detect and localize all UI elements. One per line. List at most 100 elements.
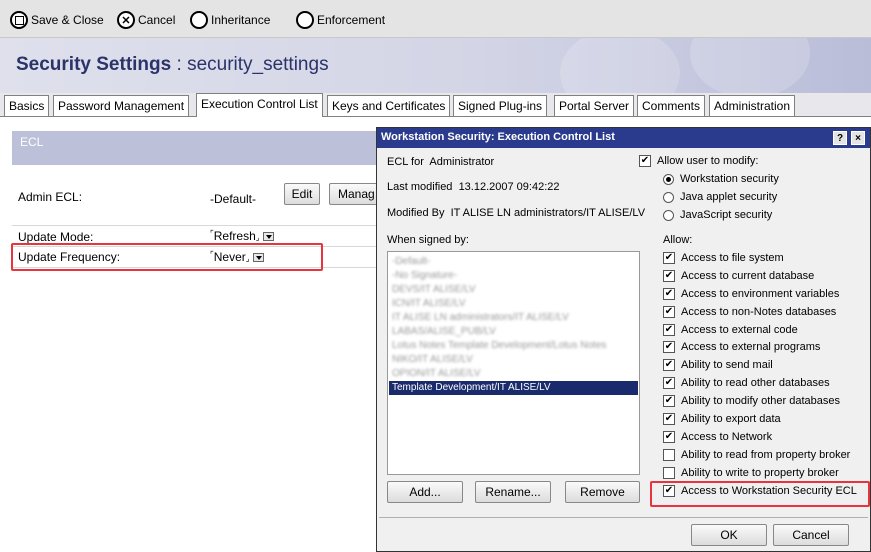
permission-checkbox[interactable]: ✔ xyxy=(663,324,675,336)
tab-execution-control-list[interactable]: Execution Control List xyxy=(196,93,323,117)
permission-row[interactable]: ✔ Access to environment variables xyxy=(663,286,839,302)
radio-java-applet-security[interactable]: Java applet security xyxy=(663,189,777,205)
list-item[interactable]: OPION/IT ALISE/LV xyxy=(389,367,638,381)
signers-list[interactable]: -Default- -No Signature- DEVS/IT ALISE/L… xyxy=(387,251,640,475)
list-item[interactable]: Lotus Notes Template Development/Lotus N… xyxy=(389,339,638,353)
inheritance-button[interactable]: Inheritance xyxy=(190,9,270,31)
permission-row[interactable]: ✔ Access to file system xyxy=(663,250,784,266)
last-modified-value: 13.12.2007 09:42:22 xyxy=(458,181,560,193)
modified-by-label: Modified By xyxy=(387,207,445,219)
radio-label: Workstation security xyxy=(680,173,779,185)
highlight-box xyxy=(11,243,323,271)
permission-label: Access to current database xyxy=(681,270,815,282)
tab-bar: Basics Password Management Execution Con… xyxy=(0,93,871,117)
radio-label: Java applet security xyxy=(680,191,778,203)
permission-row[interactable]: ✔ Access to external programs xyxy=(663,339,820,355)
save-icon xyxy=(10,11,28,29)
permission-row[interactable]: ✔ Ability to read other databases xyxy=(663,375,830,391)
tab-portal-server[interactable]: Portal Server xyxy=(554,95,635,116)
add-button[interactable]: Add... xyxy=(387,481,463,503)
header-banner: Security Settings : security_settings xyxy=(0,38,871,93)
allow-label: Allow: xyxy=(663,234,693,246)
tab-basics[interactable]: Basics xyxy=(4,95,50,116)
help-button[interactable]: ? xyxy=(833,131,847,145)
list-item[interactable]: IT ALISE LN administrators/IT ALISE/LV xyxy=(389,311,638,325)
rename-button[interactable]: Rename... xyxy=(475,481,551,503)
tab-comments[interactable]: Comments xyxy=(637,95,706,116)
ecl-dialog: Workstation Security: Execution Control … xyxy=(376,127,871,552)
ok-button[interactable]: OK xyxy=(691,524,767,546)
permission-label: Access to external code xyxy=(681,324,798,336)
permission-row[interactable]: ✔ Ability to modify other databases xyxy=(663,393,840,409)
tab-administration[interactable]: Administration xyxy=(709,95,796,116)
radio-workstation-security[interactable]: Workstation security xyxy=(663,171,779,187)
permission-checkbox[interactable]: ✔ xyxy=(663,359,675,371)
permission-label: Ability to read from property broker xyxy=(681,449,851,461)
permission-checkbox[interactable]: ✔ xyxy=(663,306,675,318)
radio-button[interactable] xyxy=(663,191,674,203)
dialog-cancel-button[interactable]: Cancel xyxy=(773,524,849,546)
permission-checkbox[interactable]: ✔ xyxy=(663,270,675,282)
permission-row[interactable]: Ability to read from property broker xyxy=(663,447,850,463)
permission-checkbox[interactable]: ✔ xyxy=(663,341,675,353)
tab-password-management[interactable]: Password Management xyxy=(53,95,190,116)
permission-checkbox[interactable]: ✔ xyxy=(663,252,675,264)
save-close-label: Save & Close xyxy=(31,13,104,27)
permission-checkbox[interactable]: ✔ xyxy=(663,431,675,443)
permission-checkbox[interactable]: ✔ xyxy=(663,288,675,300)
close-icon: ✕ xyxy=(117,11,135,29)
permission-label: Ability to send mail xyxy=(681,359,773,371)
permission-row[interactable]: Ability to write to property broker xyxy=(663,465,839,481)
tab-signed-plugins[interactable]: Signed Plug-ins xyxy=(453,95,548,116)
update-mode-field[interactable]: ⌜Refresh⌟ xyxy=(210,229,274,243)
enforcement-button[interactable]: Enforcement xyxy=(296,9,385,31)
permission-row[interactable]: ✔ Ability to export data xyxy=(663,411,781,427)
page-subtitle: security_settings xyxy=(187,54,329,75)
permission-checkbox[interactable] xyxy=(663,467,675,479)
page-title: Security Settings : security_settings xyxy=(16,54,329,76)
cancel-button[interactable]: ✕ Cancel xyxy=(117,9,175,31)
banner-decoration xyxy=(690,38,810,93)
radio-javascript-security[interactable]: JavaScript security xyxy=(663,207,772,223)
edit-button[interactable]: Edit xyxy=(284,183,320,205)
admin-ecl-label: Admin ECL: xyxy=(18,190,83,204)
permission-checkbox[interactable]: ✔ xyxy=(663,377,675,389)
list-item-selected[interactable]: Template Development/IT ALISE/LV xyxy=(389,381,638,395)
permission-label: Access to environment variables xyxy=(681,288,840,300)
permission-label: Access to file system xyxy=(681,252,784,264)
allow-user-modify[interactable]: ✔ Allow user to modify: xyxy=(639,153,758,169)
list-item[interactable]: -No Signature- xyxy=(389,269,638,283)
permission-row[interactable]: ✔ Access to non-Notes databases xyxy=(663,304,836,320)
permission-row[interactable]: ✔ Access to Network xyxy=(663,429,772,445)
page-title-main: Security Settings xyxy=(16,54,172,75)
remove-button[interactable]: Remove xyxy=(565,481,640,503)
allow-modify-checkbox[interactable]: ✔ xyxy=(639,155,651,167)
enforcement-label: Enforcement xyxy=(317,13,386,27)
list-item[interactable]: DEVS/IT ALISE/LV xyxy=(389,283,638,297)
permission-checkbox[interactable] xyxy=(663,449,675,461)
highlight-box xyxy=(650,481,870,507)
dropdown-arrow-icon[interactable] xyxy=(262,232,274,242)
permission-row[interactable]: ✔ Access to current database xyxy=(663,268,814,284)
section-header: ECL xyxy=(12,131,382,165)
save-close-button[interactable]: Save & Close xyxy=(10,9,104,31)
permission-label: Ability to modify other databases xyxy=(681,395,840,407)
permission-row[interactable]: ✔ Ability to send mail xyxy=(663,357,773,373)
update-mode-value: Refresh xyxy=(213,229,256,243)
list-item[interactable]: NIKO/IT ALISE/LV xyxy=(389,353,638,367)
permission-checkbox[interactable]: ✔ xyxy=(663,395,675,407)
circle-icon xyxy=(296,11,314,29)
list-item[interactable]: LABAS/ALISE_PUB/LV xyxy=(389,325,638,339)
dialog-title: Workstation Security: Execution Control … xyxy=(381,131,615,143)
radio-button[interactable] xyxy=(663,209,674,221)
tab-keys-and-certificates[interactable]: Keys and Certificates xyxy=(327,95,451,116)
title-separator: : xyxy=(176,54,182,75)
manage-button[interactable]: Manag xyxy=(329,183,377,205)
radio-button[interactable] xyxy=(663,173,674,185)
permission-row[interactable]: ✔ Access to external code xyxy=(663,322,798,338)
list-item[interactable]: ICN/IT ALISE/LV xyxy=(389,297,638,311)
permission-checkbox[interactable]: ✔ xyxy=(663,413,675,425)
dialog-close-button[interactable]: × xyxy=(851,131,865,145)
toolbar: Save & Close ✕ Cancel Inheritance Enforc… xyxy=(0,0,871,38)
list-item[interactable]: -Default- xyxy=(389,255,638,269)
